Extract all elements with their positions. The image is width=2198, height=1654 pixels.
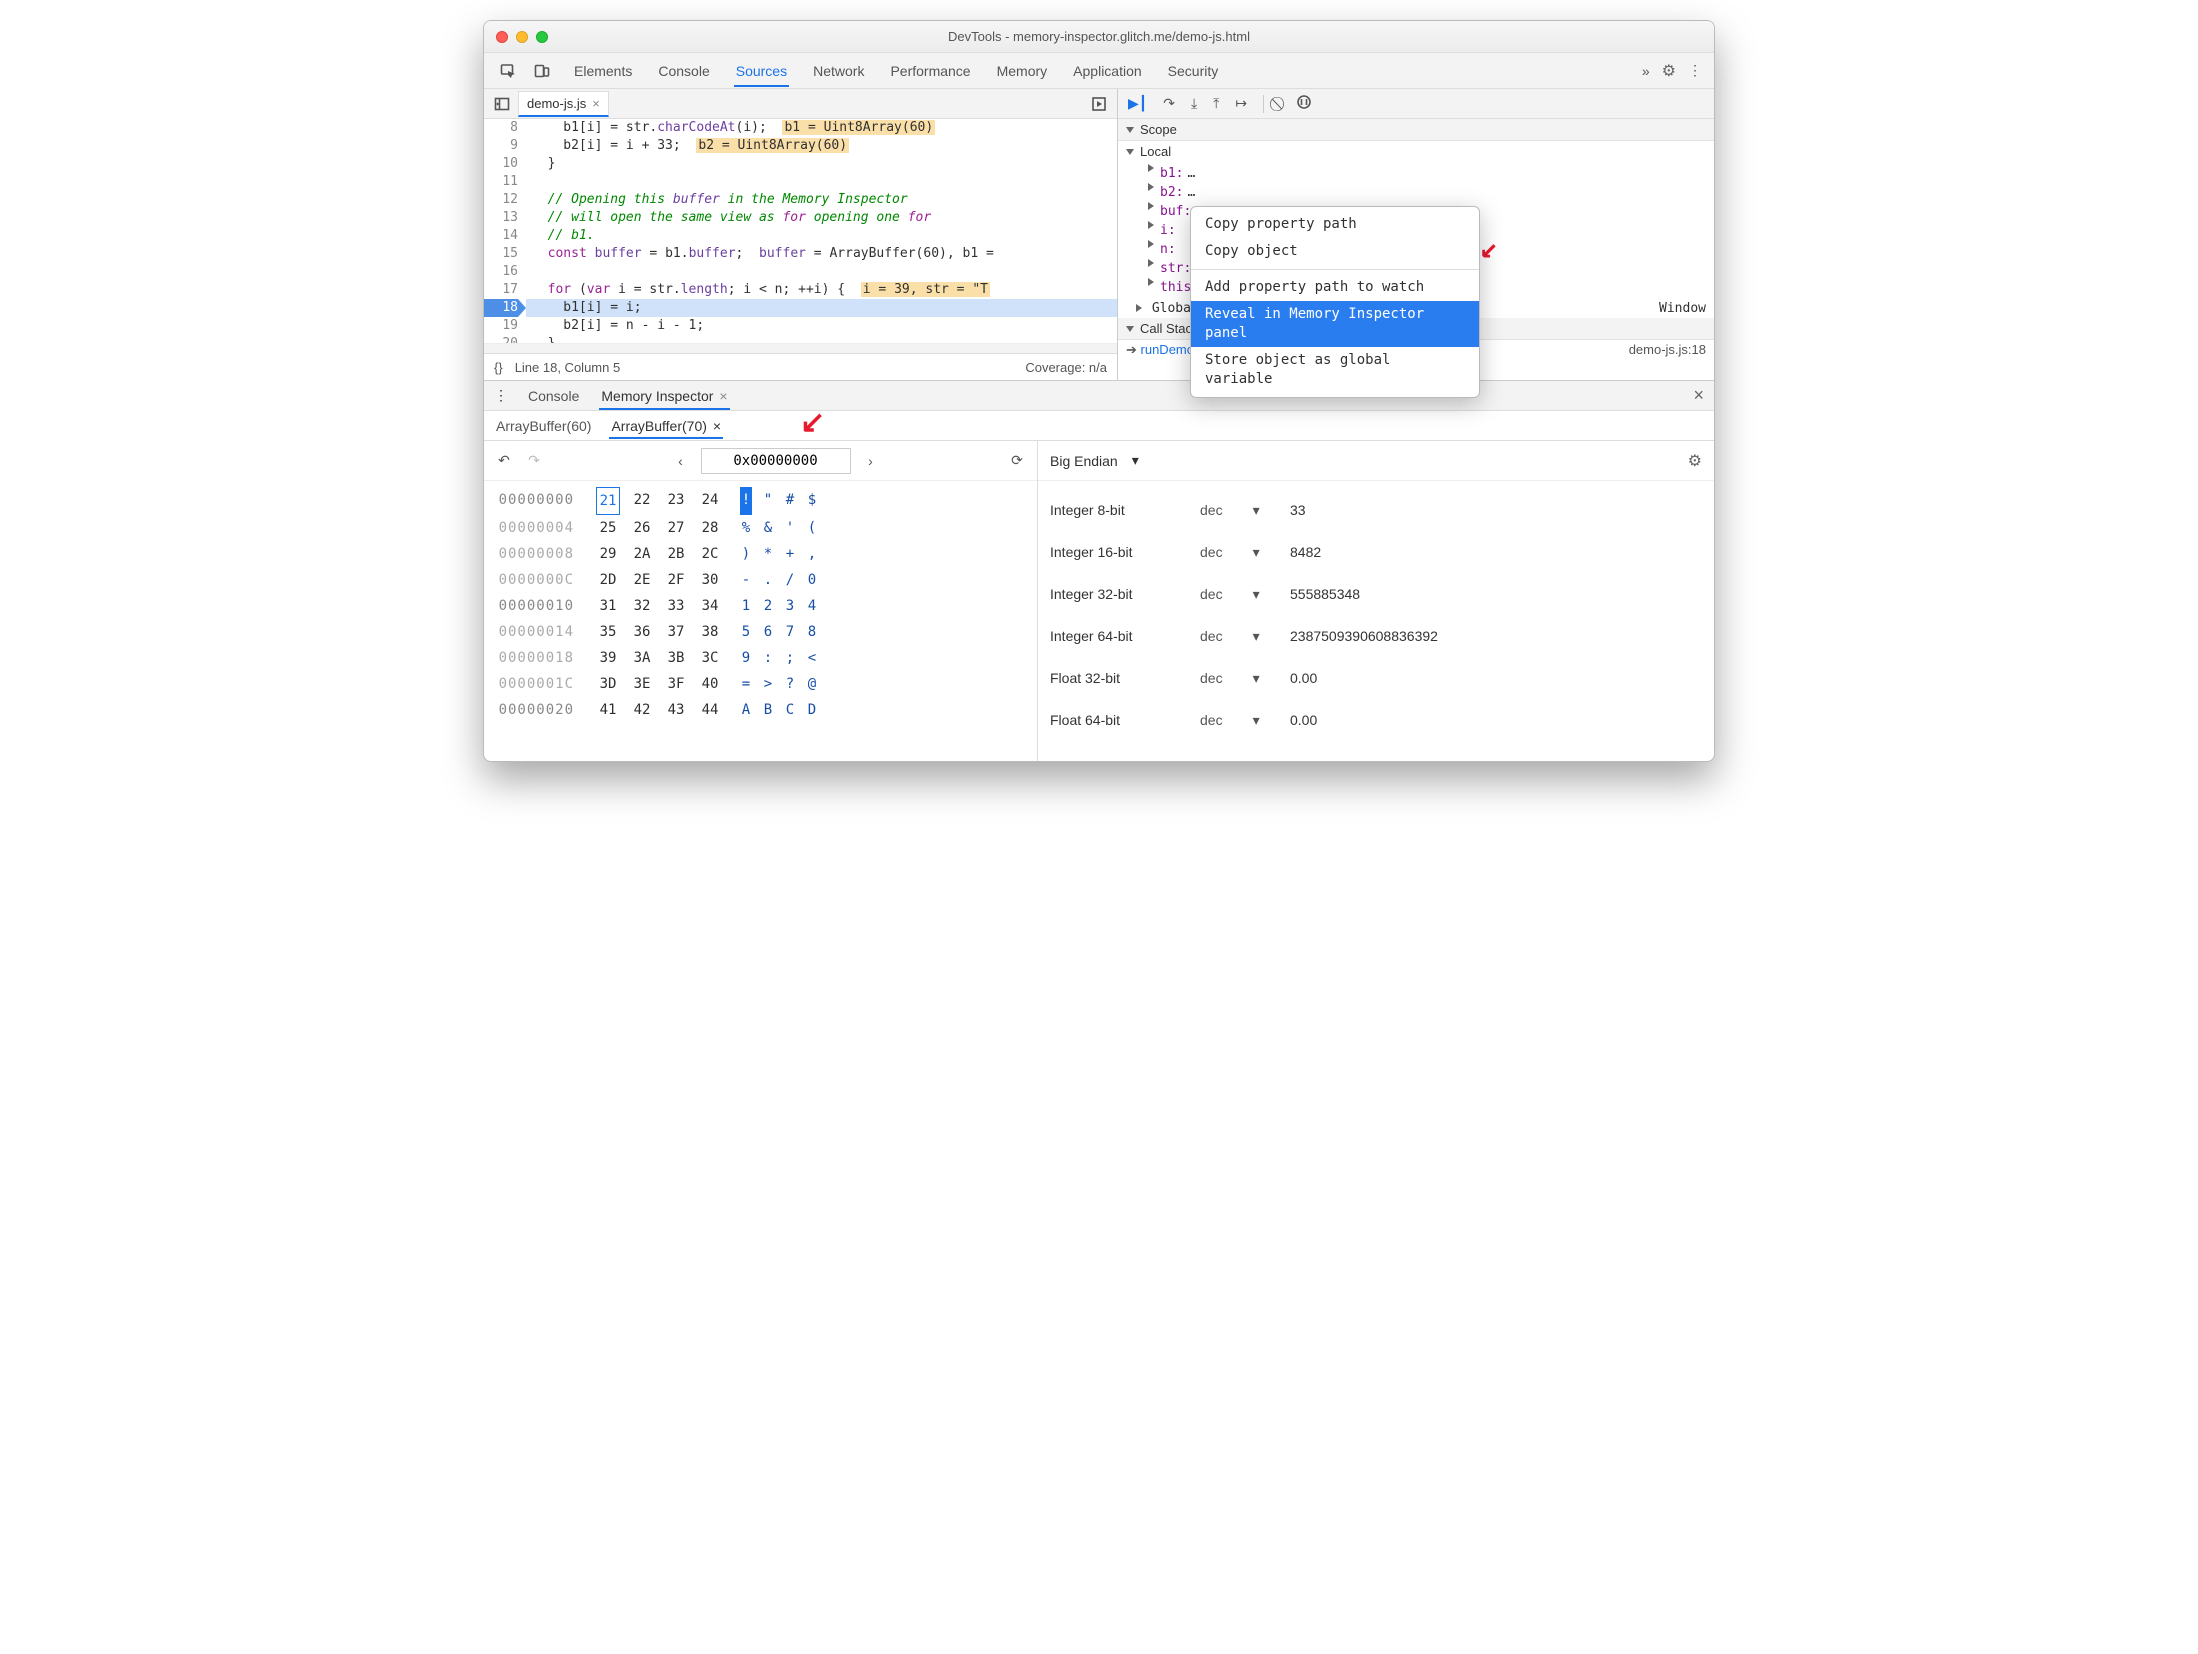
step-out-icon[interactable]: ⤒ — [1213, 95, 1219, 112]
memory-values-pane: Big Endian ▾ ⚙ Integer 8-bitdec ▾33Integ… — [1038, 441, 1714, 761]
undo-icon[interactable]: ↶ — [494, 451, 514, 471]
file-tab-demojs[interactable]: demo-js.js × — [518, 91, 609, 117]
prev-page-icon[interactable]: ‹ — [671, 451, 691, 471]
value-mode-select[interactable]: dec ▾ — [1200, 712, 1290, 729]
drawer-tabbar: ⋮ Console Memory Inspector × × — [484, 381, 1714, 411]
device-toggle-icon[interactable] — [532, 61, 552, 81]
context-menu-item[interactable]: Store object as global variable — [1191, 347, 1479, 393]
main-tab-security[interactable]: Security — [1166, 55, 1221, 87]
value-row: Float 32-bitdec ▾0.00 — [1050, 657, 1702, 699]
main-tab-application[interactable]: Application — [1071, 55, 1144, 87]
step-into-icon[interactable]: ⤓ — [1191, 95, 1197, 112]
value-table: Integer 8-bitdec ▾33Integer 16-bitdec ▾8… — [1038, 481, 1714, 749]
scope-header[interactable]: Scope — [1118, 119, 1714, 141]
value-row: Integer 8-bitdec ▾33 — [1050, 489, 1702, 531]
local-header[interactable]: Local — [1118, 141, 1714, 162]
pause-exceptions-icon[interactable] — [1296, 94, 1312, 113]
code-editor[interactable]: 89101112131415161718192021 b1[i] = str.c… — [484, 119, 1117, 343]
memory-hex-pane: ↶ ↷ ‹ › ⟳ 0000000021222324!"#$0000000425… — [484, 441, 1038, 761]
endian-select[interactable]: Big Endian ▾ — [1050, 452, 1139, 469]
main-tab-sources[interactable]: Sources — [734, 55, 789, 87]
main-tab-performance[interactable]: Performance — [888, 55, 972, 87]
hex-row[interactable]: 00000010313233341234 — [486, 593, 1031, 619]
next-page-icon[interactable]: › — [861, 451, 881, 471]
titlebar: DevTools - memory-inspector.glitch.me/de… — [484, 21, 1714, 53]
horizontal-scrollbar[interactable] — [484, 343, 1117, 353]
hex-row[interactable]: 0000000C2D2E2F30-./0 — [486, 567, 1031, 593]
value-row: Integer 32-bitdec ▾555885348 — [1050, 573, 1702, 615]
context-menu-item[interactable]: Reveal in Memory Inspector panel — [1191, 301, 1479, 347]
close-drawer-icon[interactable]: × — [1693, 385, 1704, 406]
hex-row[interactable]: 0000000425262728%&'( — [486, 515, 1031, 541]
editor-statusbar: {} Line 18, Column 5 Coverage: n/a — [484, 353, 1117, 380]
hex-row[interactable]: 0000001C3D3E3F40=>?@ — [486, 671, 1031, 697]
main-tab-memory[interactable]: Memory — [995, 55, 1050, 87]
buffer-tab-0[interactable]: ArrayBuffer(60) — [494, 413, 593, 439]
resume-icon[interactable]: ▶┃ — [1128, 95, 1147, 112]
value-row: Float 64-bitdec ▾0.00 — [1050, 699, 1702, 741]
inspect-icon[interactable] — [498, 61, 518, 81]
settings-icon[interactable]: ⚙ — [1662, 61, 1676, 81]
hex-table[interactable]: 0000000021222324!"#$0000000425262728%&'(… — [484, 481, 1037, 729]
run-snippet-icon[interactable] — [1089, 94, 1109, 114]
close-buffer-tab-icon[interactable]: × — [713, 418, 721, 434]
context-menu-item[interactable]: Copy object — [1191, 238, 1479, 265]
cursor-position: Line 18, Column 5 — [515, 360, 621, 375]
debugger-toolbar: ▶┃ ↷ ⤓ ⤒ ↦ ⃠ — [1118, 89, 1714, 119]
value-mode-select[interactable]: dec ▾ — [1200, 544, 1290, 561]
hex-row[interactable]: 0000000021222324!"#$ — [486, 487, 1031, 515]
value-mode-select[interactable]: dec ▾ — [1200, 586, 1290, 603]
main-tabbar: Elements Console Sources Network Performance… — [484, 53, 1714, 89]
main-split: demo-js.js × 89101112131415161718192021 … — [484, 89, 1714, 381]
buffer-tabbar: ArrayBuffer(60) ArrayBuffer(70) × ↙ — [484, 411, 1714, 441]
file-tab-label: demo-js.js — [527, 96, 586, 111]
drawer-tab-console[interactable]: Console — [526, 382, 581, 410]
scope-prop-b1[interactable]: b1: … — [1136, 164, 1714, 183]
context-menu-item[interactable]: Copy property path — [1191, 211, 1479, 238]
window-title: DevTools - memory-inspector.glitch.me/de… — [484, 29, 1714, 44]
value-row: Integer 16-bitdec ▾8482 — [1050, 531, 1702, 573]
value-row: Integer 64-bitdec ▾2387509390608836392 — [1050, 615, 1702, 657]
file-tabbar: demo-js.js × — [484, 89, 1117, 119]
value-mode-select[interactable]: dec ▾ — [1200, 670, 1290, 687]
memory-inspector-pane: ↶ ↷ ‹ › ⟳ 0000000021222324!"#$0000000425… — [484, 441, 1714, 761]
scope-prop-b2[interactable]: b2: … — [1136, 183, 1714, 202]
debugger-pane: ▶┃ ↷ ⤓ ⤒ ↦ ⃠ Scope Local b1: …b2: …buf: … — [1118, 89, 1714, 380]
redo-icon[interactable]: ↷ — [524, 451, 544, 471]
close-tab-icon[interactable]: × — [592, 96, 600, 111]
values-settings-icon[interactable]: ⚙ — [1688, 451, 1702, 471]
main-tab-console[interactable]: Console — [656, 55, 711, 87]
main-tab-network[interactable]: Network — [811, 55, 866, 87]
buffer-tab-1[interactable]: ArrayBuffer(70) × — [609, 413, 723, 439]
annotation-arrow: ↙ — [800, 405, 825, 440]
sources-pane: demo-js.js × 89101112131415161718192021 … — [484, 89, 1118, 380]
refresh-icon[interactable]: ⟳ — [1007, 451, 1027, 471]
braces-icon[interactable]: {} — [494, 360, 503, 375]
scope-body: b1: …b2: …buf: i: n: str: uffer :)!"this… — [1118, 162, 1714, 299]
drawer-tab-memory-inspector[interactable]: Memory Inspector × — [599, 382, 729, 410]
hex-row[interactable]: 00000008292A2B2C)*+, — [486, 541, 1031, 567]
address-input[interactable] — [701, 448, 851, 474]
step-over-icon[interactable]: ↷ — [1163, 95, 1175, 112]
kebab-icon[interactable]: ⋮ — [1688, 62, 1702, 79]
hex-row[interactable]: 00000014353637385678 — [486, 619, 1031, 645]
hex-row[interactable]: 00000018393A3B3C9:;< — [486, 645, 1031, 671]
overflow-icon[interactable]: » — [1642, 63, 1650, 79]
main-tab-elements[interactable]: Elements — [572, 55, 634, 87]
navigator-toggle-icon[interactable] — [492, 94, 512, 114]
context-menu: Copy property pathCopy object Add propert… — [1190, 206, 1480, 398]
devtools-window: DevTools - memory-inspector.glitch.me/de… — [483, 20, 1715, 762]
value-mode-select[interactable]: dec ▾ — [1200, 628, 1290, 645]
hex-row[interactable]: 0000002041424344ABCD — [486, 697, 1031, 723]
close-drawer-tab-icon[interactable]: × — [719, 388, 727, 404]
coverage-status: Coverage: n/a — [1025, 360, 1107, 375]
value-mode-select[interactable]: dec ▾ — [1200, 502, 1290, 519]
memory-nav: ↶ ↷ ‹ › ⟳ — [484, 441, 1037, 481]
context-menu-item[interactable]: Add property path to watch — [1191, 274, 1479, 301]
drawer-kebab-icon[interactable]: ⋮ — [494, 387, 508, 404]
chevron-down-icon: ▾ — [1132, 452, 1139, 469]
step-icon[interactable]: ↦ — [1235, 95, 1247, 112]
